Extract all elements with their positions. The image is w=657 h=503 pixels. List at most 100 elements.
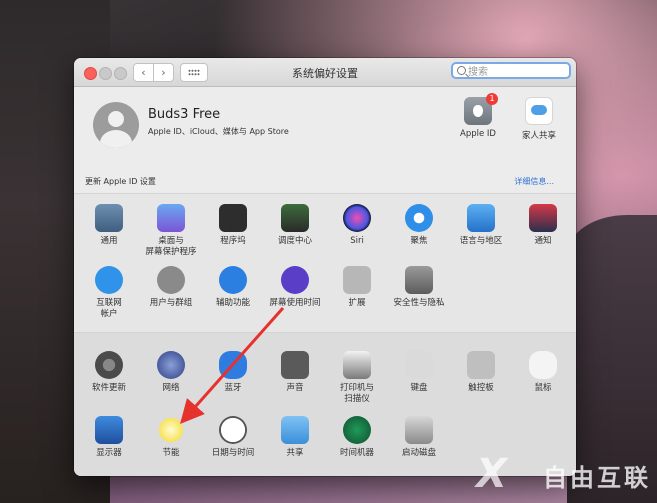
pane-software-update[interactable]: 软件更新: [78, 351, 140, 394]
pane-label: 共享: [286, 448, 304, 458]
pane-network[interactable]: 网络: [140, 351, 202, 394]
pane-dock[interactable]: 程序坞: [202, 204, 264, 247]
update-apple-id-text: 更新 Apple ID 设置: [85, 177, 156, 186]
pane-sharing[interactable]: 共享: [264, 416, 326, 459]
bluetooth-icon: [219, 351, 247, 379]
pane-spotlight[interactable]: 聚焦: [388, 204, 450, 247]
network-icon: [157, 351, 185, 379]
pane-label: 时间机器: [339, 448, 374, 458]
pane-desktop[interactable]: 桌面与 屏幕保护程序: [140, 204, 202, 258]
pane-label: 键盘: [410, 383, 428, 393]
pane-keyboard[interactable]: 键盘: [388, 351, 450, 394]
siri-icon: [343, 204, 371, 232]
pane-siri[interactable]: Siri: [326, 204, 388, 247]
pane-label: 屏幕使用时间: [269, 298, 321, 308]
pane-label: 用户与群组: [149, 298, 193, 308]
pane-notifications[interactable]: 通知: [512, 204, 574, 247]
pane-label: 日期与时间: [211, 448, 255, 458]
pane-label: 网络: [162, 383, 180, 393]
pane-label: 聚焦: [410, 236, 428, 246]
apple-id-icon: 1: [464, 93, 498, 125]
account-subtitle: Apple ID、iCloud、媒体与 App Store: [148, 127, 289, 136]
screen-time-icon: [281, 266, 309, 294]
avatar[interactable]: [93, 102, 139, 148]
spotlight-icon: [405, 204, 433, 232]
trackpad-icon: [467, 351, 495, 379]
pane-label: 声音: [286, 383, 304, 393]
security-icon: [405, 266, 433, 294]
pane-label: 启动磁盘: [401, 448, 436, 458]
search-field[interactable]: 搜索: [451, 62, 571, 79]
pane-label: 程序坞: [220, 236, 246, 246]
accessibility-icon: [219, 266, 247, 294]
pane-label: 触控板: [468, 383, 494, 393]
pane-general[interactable]: 通用: [78, 204, 140, 247]
pane-time-machine[interactable]: 时间机器: [326, 416, 388, 459]
apple-id-pane[interactable]: 1 Apple ID: [448, 93, 508, 139]
internet-accounts-icon: [95, 266, 123, 294]
pane-label: 辅助功能: [215, 298, 250, 308]
mission-control-icon: [281, 204, 309, 232]
sound-icon: [281, 351, 309, 379]
mouse-icon: [529, 351, 557, 379]
dock-icon: [219, 204, 247, 232]
startup-disk-icon: [405, 416, 433, 444]
pane-extensions[interactable]: 扩展: [326, 266, 388, 309]
pane-label: 语言与地区: [459, 236, 503, 246]
update-apple-id-bar: 更新 Apple ID 设置 详细信息...: [74, 171, 576, 193]
pane-users[interactable]: 用户与群组: [140, 266, 202, 309]
pane-screen-time[interactable]: 屏幕使用时间: [264, 266, 326, 309]
pane-label: 显示器: [96, 448, 122, 458]
system-preferences-window: ‹ › 系统偏好设置 搜索 Buds3 Free Apple ID、iCloud…: [74, 58, 576, 476]
general-icon: [95, 204, 123, 232]
pane-label: 鼠标: [534, 383, 552, 393]
watermark-text: 自由互联: [543, 464, 651, 492]
preferences-section-personal: 通用 桌面与 屏幕保护程序 程序坞 调度中心 Siri 聚焦 语言与地区 通知互联网 帐户 用户…: [74, 193, 576, 332]
notifications-icon: [529, 204, 557, 232]
pane-language[interactable]: 语言与地区: [450, 204, 512, 247]
pane-label: 通用: [100, 236, 118, 246]
pane-label: 软件更新: [91, 383, 126, 393]
pane-internet-accounts[interactable]: 互联网 帐户: [78, 266, 140, 320]
pane-sound[interactable]: 声音: [264, 351, 326, 394]
sharing-icon: [281, 416, 309, 444]
pane-label: 安全性与隐私: [393, 298, 445, 308]
pane-mission-control[interactable]: 调度中心: [264, 204, 326, 247]
pane-label: 通知: [534, 236, 552, 246]
pane-trackpad[interactable]: 触控板: [450, 351, 512, 394]
keyboard-icon: [405, 351, 433, 379]
pane-startup-disk[interactable]: 启动磁盘: [388, 416, 450, 459]
time-machine-icon: [343, 416, 371, 444]
title-bar: ‹ › 系统偏好设置 搜索: [74, 58, 576, 87]
pane-accessibility[interactable]: 辅助功能: [202, 266, 264, 309]
pane-energy-saver[interactable]: 节能: [140, 416, 202, 459]
apple-id-label: Apple ID: [460, 129, 496, 139]
search-placeholder: 搜索: [468, 67, 488, 78]
language-icon: [467, 204, 495, 232]
pane-date-time[interactable]: 日期与时间: [202, 416, 264, 459]
date-time-icon: [219, 416, 247, 444]
pane-label: 节能: [162, 448, 180, 458]
account-name: Buds3 Free: [148, 107, 221, 122]
energy-saver-icon: [157, 416, 185, 444]
display-icon: [95, 416, 123, 444]
watermark-logo-icon: X: [476, 451, 507, 497]
family-sharing-label: 家人共享: [521, 131, 556, 141]
users-icon: [157, 266, 185, 294]
account-header: Buds3 Free Apple ID、iCloud、媒体与 App Store…: [74, 87, 576, 171]
details-link[interactable]: 详细信息...: [514, 176, 554, 187]
search-icon: [457, 66, 466, 75]
extensions-icon: [343, 266, 371, 294]
family-sharing-icon: [525, 97, 553, 125]
family-sharing-pane[interactable]: 家人共享: [509, 97, 569, 141]
pane-label: 桌面与 屏幕保护程序: [145, 236, 197, 257]
pane-bluetooth[interactable]: 蓝牙: [202, 351, 264, 394]
pane-mouse[interactable]: 鼠标: [512, 351, 574, 394]
printer-icon: [343, 351, 371, 379]
pane-label: 蓝牙: [224, 383, 242, 393]
pane-label: 打印机与 扫描仪: [339, 383, 374, 404]
pane-label: 互联网 帐户: [96, 298, 122, 319]
pane-display[interactable]: 显示器: [78, 416, 140, 459]
pane-printer[interactable]: 打印机与 扫描仪: [326, 351, 388, 405]
pane-security[interactable]: 安全性与隐私: [388, 266, 450, 309]
